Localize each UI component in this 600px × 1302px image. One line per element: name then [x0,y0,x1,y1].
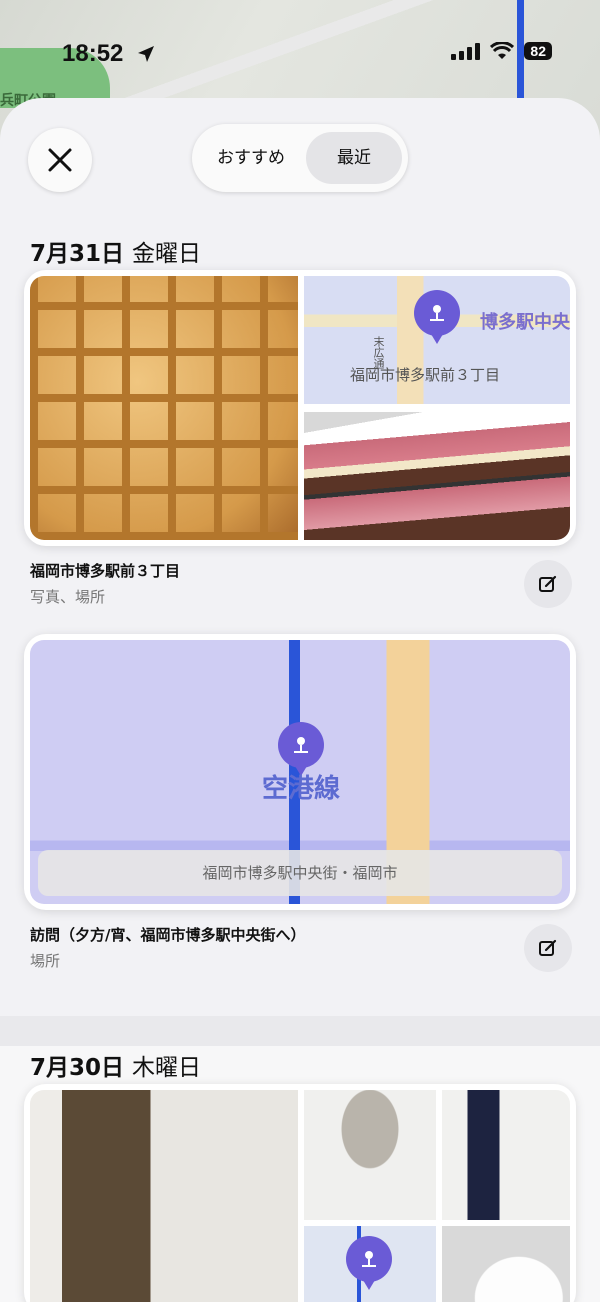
close-icon [48,148,72,172]
segment-recommended[interactable]: おすすめ [198,132,304,184]
edit-button[interactable] [524,924,572,972]
day-header: 7月30日 木曜日 [30,1048,201,1082]
edit-icon [539,575,557,592]
map-area-label: 博多駅中央 [480,312,570,333]
day-date: 7月30日 [30,1055,125,1081]
card-title: 福岡市博多駅前３丁目 [30,562,181,580]
edit-icon [539,939,557,956]
map-pin-icon [346,1236,392,1290]
day-weekday: 金曜日 [132,241,202,267]
day-weekday: 木曜日 [132,1055,202,1081]
segment-recent[interactable]: 最近 [306,132,402,184]
map-address-label: 福岡市博多駅前３丁目 [350,366,501,384]
card-subtitle: 場所 [30,952,61,970]
map-line-label: 空港線 [262,774,341,804]
edit-button[interactable] [524,560,572,608]
segmented-control: おすすめ 最近 [192,124,408,192]
map-pin-icon [414,290,460,344]
status-time: 18:52 [62,40,124,67]
memory-card[interactable]: 空港線 福岡市博多駅中央街・福岡市 [24,634,576,910]
location-map-thumbnail[interactable] [304,1226,436,1302]
card-title: 訪問（夕方/宵、福岡市博多駅中央街へ） [30,926,306,944]
map-banner: 福岡市博多駅中央街・福岡市 [38,850,562,896]
sculpture-photo[interactable] [442,1226,570,1302]
day-header: 7月31日 金曜日 [30,234,201,268]
cake-photo[interactable] [304,412,570,540]
location-arrow-icon [138,46,154,62]
status-bar: 18:52 82 [0,0,600,100]
location-map-thumbnail[interactable]: 博多駅中央 末広通 福岡市博多駅前３丁目 [304,276,570,404]
signal-icon [451,42,481,60]
day-date: 7月31日 [30,241,125,267]
waffle-photo[interactable] [30,276,298,540]
close-button[interactable] [28,128,92,192]
wifi-icon [490,42,515,59]
battery-icon: 82 [524,42,552,60]
map-pin-icon [278,722,324,776]
swimsuit-photo[interactable] [442,1090,570,1220]
location-map[interactable]: 空港線 福岡市博多駅中央街・福岡市 [30,640,570,904]
memory-card[interactable] [24,1084,576,1302]
coat-photo[interactable] [30,1090,298,1302]
section-separator [0,1016,600,1046]
recent-sheet: おすすめ 最近 7月31日 金曜日 博多駅中央 末広通 福岡市博多駅前３丁目 福… [0,98,600,1302]
card-subtitle: 写真、場所 [30,588,106,606]
angel-sculpture-photo[interactable] [304,1090,436,1220]
memory-card[interactable]: 博多駅中央 末広通 福岡市博多駅前３丁目 [24,270,576,546]
